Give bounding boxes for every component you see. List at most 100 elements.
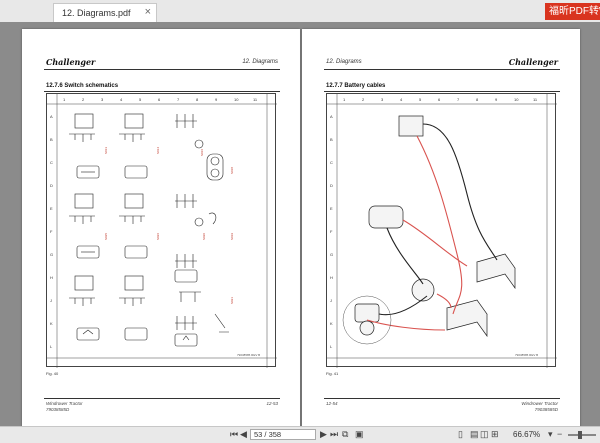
footer-right: Windrower Tractor 79038585D [521, 401, 558, 412]
next-page-icon[interactable]: ▶ [320, 429, 327, 440]
header-rule [44, 69, 280, 70]
grid-row-label: A [50, 114, 53, 119]
status-bar: ⏮ ◀ 53 / 358 ▶ ⏭ ⧉ ▣ ▯ ▤ ◫ ⊞ 66.67% ▾ − [0, 426, 600, 443]
zoom-slider-handle[interactable] [578, 431, 582, 439]
grid-row-label: C [330, 160, 333, 165]
grid-row-label: B [330, 137, 333, 142]
figure-label: Fig. 41 [326, 371, 339, 376]
brand-logo: Challenger [508, 57, 558, 67]
grid-row-label: F [330, 229, 333, 234]
grid-column-label: 6 [438, 97, 441, 102]
svg-text:79038585 REV B: 79038585 REV B [237, 353, 260, 357]
grid-column-label: 8 [196, 97, 199, 102]
grid-column-label: 10 [514, 97, 519, 102]
grid-column-label: 1 [63, 97, 66, 102]
grid-row-label: H [50, 275, 53, 280]
two-page-view-icon[interactable]: ◫ [480, 429, 489, 440]
section-title: 12.7.7 Battery cables [326, 83, 386, 89]
grid-column-label: 6 [158, 97, 161, 102]
section-rule [44, 91, 280, 92]
grid-column-label: 3 [381, 97, 384, 102]
footer-docnum: 79038585D [46, 406, 70, 412]
grid-row-label: D [50, 183, 53, 188]
document-tab[interactable]: 12. Diagrams.pdf × [53, 3, 157, 22]
zoom-slider[interactable] [568, 434, 596, 436]
grid-row-label: H [330, 275, 333, 280]
grid-row-label: E [50, 206, 53, 211]
footer-docnum: 79038585D [534, 406, 558, 412]
svg-text:S018: S018 [230, 167, 234, 174]
last-page-icon[interactable]: ⏭ [330, 429, 338, 440]
zoom-out-icon[interactable]: − [557, 429, 562, 439]
tab-bar: 12. Diagrams.pdf × 福昕PDF转W [0, 0, 600, 23]
footer-page-number: 12-53 [266, 401, 278, 406]
grid-column-label: 7 [177, 97, 180, 102]
battery-cables-drawing: 1 2 3 4 5 6 7 8 9 10 11 ABCDEFGHJKL 7903… [327, 94, 557, 368]
grid-row-label: G [50, 252, 53, 257]
grid-row-label: K [330, 321, 333, 326]
close-tab-icon[interactable]: × [145, 6, 151, 18]
header-rule [324, 69, 560, 70]
grid-column-label: 3 [101, 97, 104, 102]
copy-page-icon[interactable]: ⧉ [342, 429, 348, 440]
footer-rule [44, 398, 280, 399]
grid-column-label: 9 [215, 97, 218, 102]
svg-text:S020: S020 [202, 233, 206, 240]
grid-column-label: 4 [120, 97, 123, 102]
document-viewer[interactable]: Challenger 12. Diagrams 12.7.6 Switch sc… [0, 22, 600, 429]
schematic-frame: 1 2 3 4 5 6 7 8 9 10 11 ABCDEFGHJKL S013… [46, 93, 277, 368]
grid-row-label: E [330, 206, 333, 211]
grid-row-label: F [50, 229, 53, 234]
svg-text:S021: S021 [230, 297, 234, 304]
switch-schematics-drawing: 1 2 3 4 5 6 7 8 9 10 11 ABCDEFGHJKL S013… [47, 94, 277, 368]
continuous-view-icon[interactable]: ▤ [470, 429, 479, 440]
snapshot-icon[interactable]: ▣ [355, 429, 364, 440]
section-title: 12.7.6 Switch schematics [46, 83, 119, 89]
chapter-header: 12. Diagrams [326, 59, 362, 65]
pdf-convert-banner[interactable]: 福昕PDF转W [545, 3, 600, 20]
grid-column-label: 11 [533, 97, 538, 102]
grid-column-label: 7 [457, 97, 460, 102]
first-page-icon[interactable]: ⏮ [230, 429, 238, 440]
footer-left: Windrower Tractor 79038585D [46, 401, 83, 412]
grid-column-label: 5 [139, 97, 142, 102]
single-page-view-icon[interactable]: ▯ [458, 429, 463, 440]
grid-row-label: A [330, 114, 333, 119]
battery-cables-frame: 1 2 3 4 5 6 7 8 9 10 11 ABCDEFGHJKL 7903… [326, 93, 557, 368]
grid-row-label: J [330, 298, 332, 303]
grid-column-label: 2 [362, 97, 365, 102]
footer-rule [324, 398, 560, 399]
page-right: 12. Diagrams Challenger 12.7.7 Battery c… [302, 29, 580, 429]
grid-row-label: B [50, 137, 53, 142]
footer-page-number: 12-54 [326, 401, 338, 406]
svg-text:S026: S026 [156, 233, 160, 240]
brand-logo: Challenger [46, 57, 96, 67]
grid-column-label: 2 [82, 97, 85, 102]
section-rule [324, 91, 560, 92]
svg-text:S013: S013 [104, 147, 108, 154]
page-number-input[interactable]: 53 / 358 [250, 429, 316, 440]
zoom-dropdown-icon[interactable]: ▾ [548, 429, 553, 440]
grid-row-label: C [50, 160, 53, 165]
page-left: Challenger 12. Diagrams 12.7.6 Switch sc… [22, 29, 300, 429]
grid-column-label: 10 [234, 97, 239, 102]
svg-text:S025: S025 [104, 233, 108, 240]
previous-page-icon[interactable]: ◀ [240, 429, 247, 440]
grid-column-label: 11 [253, 97, 258, 102]
figure-label: Fig. 40 [46, 371, 59, 376]
zoom-level[interactable]: 66.67% [513, 430, 540, 439]
grid-column-label: 1 [343, 97, 346, 102]
svg-text:79038585 REV B: 79038585 REV B [515, 353, 538, 357]
document-tab-title: 12. Diagrams.pdf [62, 8, 131, 18]
svg-text:S014: S014 [156, 147, 160, 154]
grid-column-label: 9 [495, 97, 498, 102]
grid-row-label: D [330, 183, 333, 188]
chapter-header: 12. Diagrams [242, 59, 278, 65]
grid-column-label: 5 [419, 97, 422, 102]
grid-row-label: L [330, 344, 333, 349]
footer-title: Windrower Tractor [521, 401, 558, 406]
grid-row-label: G [330, 252, 333, 257]
svg-text:S016: S016 [200, 149, 204, 156]
svg-text:S019: S019 [230, 233, 234, 240]
fit-width-icon[interactable]: ⊞ [491, 429, 499, 440]
